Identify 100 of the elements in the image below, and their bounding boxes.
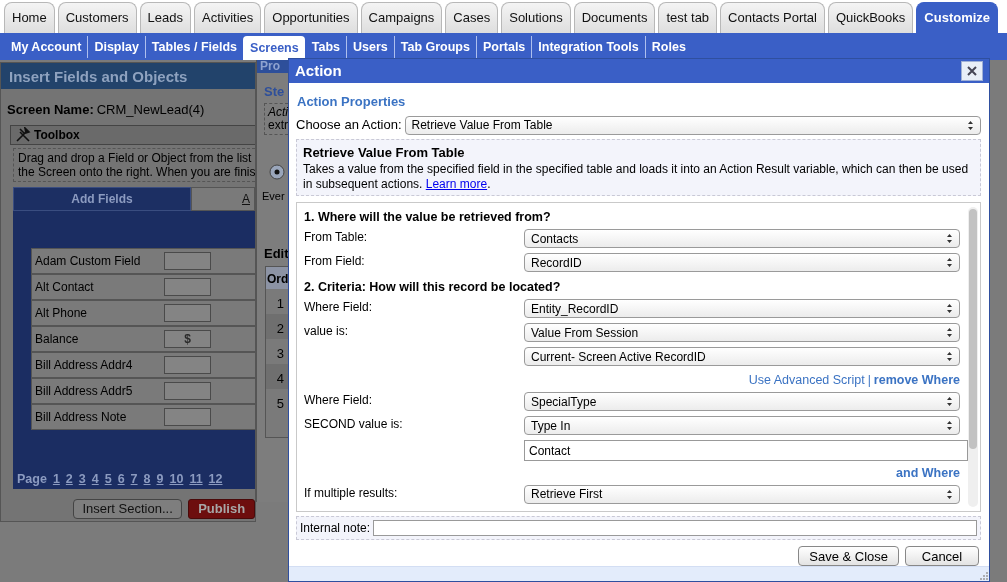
nav-tab[interactable]: Home <box>4 2 55 33</box>
field-input: $ <box>164 330 211 348</box>
note-field[interactable] <box>373 520 977 537</box>
page-link[interactable]: 7 <box>130 469 138 489</box>
updown-arrow-icon <box>967 119 974 131</box>
panel-title: Pro <box>257 60 288 73</box>
field-label: SECOND value is: <box>304 417 403 432</box>
insert-section-button[interactable]: Insert Section... <box>73 499 183 519</box>
select-field[interactable]: SpecialType <box>524 392 960 412</box>
link-separator: | <box>867 372 871 390</box>
instructions-text: Drag and drop a Field or Object from the list <box>18 151 251 165</box>
field-label: value is: <box>304 324 349 339</box>
field-label: Bill Address Addr4 <box>35 357 133 374</box>
close-button[interactable] <box>961 60 983 81</box>
page-link[interactable]: 6 <box>117 469 125 489</box>
nav-tab[interactable]: Activities <box>193 2 262 33</box>
updown-arrow-icon <box>946 233 953 245</box>
tools-icon <box>15 127 31 143</box>
field-row[interactable]: Adam Custom Field <box>31 248 255 274</box>
updown-arrow-icon <box>946 396 953 408</box>
publish-button[interactable]: Publish <box>188 499 255 519</box>
field-row[interactable]: Alt Contact <box>31 274 255 300</box>
nav-tab[interactable]: Solutions <box>501 2 571 33</box>
column-header: Ord <box>266 267 288 289</box>
field-row[interactable]: Bill Address Addr4 <box>31 352 255 378</box>
text-field[interactable]: Contact <box>524 440 968 462</box>
sub-nav-tab[interactable]: Display <box>87 36 145 58</box>
nav-tab[interactable]: Customers <box>57 2 137 33</box>
script-link[interactable]: remove Where <box>873 371 960 391</box>
nav-tab[interactable]: test tab <box>658 2 718 33</box>
select-field[interactable]: Current- Screen Active RecordID <box>524 347 960 367</box>
nav-tab[interactable]: Opportunities <box>264 2 358 33</box>
field-label: Where Field: <box>304 393 373 408</box>
select-field[interactable]: Value From Session <box>524 323 960 343</box>
updown-arrow-icon <box>946 303 953 315</box>
nav-tab[interactable]: Customize <box>916 2 999 33</box>
page-link[interactable]: 11 <box>189 469 203 489</box>
page-link[interactable]: 10 <box>169 469 184 489</box>
nav-tab[interactable]: Contacts Portal <box>720 2 825 33</box>
script-link[interactable]: and Where <box>896 464 960 483</box>
select-field[interactable]: RecordID <box>524 253 960 273</box>
field-row[interactable]: Bill Address Note <box>31 404 255 430</box>
nav-tab[interactable]: Leads <box>139 2 191 33</box>
note-label: Internal note: <box>300 520 371 538</box>
script-link[interactable]: Use Advanced Script <box>748 371 865 391</box>
select-field[interactable]: Type In <box>524 416 960 436</box>
section-heading: 1. Where will the value be retrieved from? <box>304 209 551 227</box>
description-title: Retrieve Value From Table <box>303 143 466 162</box>
sub-nav-tab[interactable]: My Account <box>5 36 88 58</box>
field-row[interactable]: Balance $ <box>31 326 255 352</box>
select-field[interactable]: Entity_RecordID <box>524 299 960 319</box>
page-link[interactable]: 4 <box>91 469 99 489</box>
toolbox-title: Toolbox <box>34 127 80 144</box>
field-input <box>164 382 211 400</box>
field-label: Adam Custom Field <box>35 253 141 270</box>
resize-grip-icon <box>978 570 989 581</box>
field-label: From Field: <box>304 254 365 269</box>
field-label: Bill Address Addr5 <box>35 383 133 400</box>
radio-button[interactable] <box>269 163 285 180</box>
updown-arrow-icon <box>946 257 953 269</box>
select-field[interactable]: Retrieve First <box>524 484 960 504</box>
page-link[interactable]: 12 <box>208 469 223 489</box>
event-label: Ever <box>262 189 285 204</box>
page-link[interactable]: 9 <box>156 469 164 489</box>
sub-nav-tab[interactable]: Tabs <box>304 36 346 58</box>
updown-arrow-icon <box>946 420 953 432</box>
field-row[interactable]: Alt Phone <box>31 300 255 326</box>
panel-tab[interactable]: A <box>191 187 255 211</box>
sub-nav-tab[interactable]: Screens <box>243 36 305 60</box>
nav-tab[interactable]: Documents <box>573 2 656 33</box>
select-field[interactable]: Contacts <box>524 229 960 249</box>
page-link[interactable]: 3 <box>78 469 86 489</box>
save-close-button[interactable]: Save & Close <box>798 546 899 567</box>
choose-action-label: Choose an Action: <box>296 116 402 135</box>
nav-tab[interactable]: QuickBooks <box>827 2 914 33</box>
active-panel-tab[interactable]: Add Fields <box>13 187 191 211</box>
field-input <box>164 278 211 296</box>
nav-tab[interactable]: Campaigns <box>360 2 443 33</box>
field-input <box>164 356 211 374</box>
field-label: If multiple results: <box>304 485 398 500</box>
cancel-button[interactable]: Cancel <box>905 546 979 567</box>
page-link[interactable]: 1 <box>52 469 60 489</box>
field-input <box>164 252 211 270</box>
step-heading: Ste <box>263 83 286 101</box>
field-row[interactable]: Bill Address Addr5 <box>31 378 255 404</box>
page-link[interactable]: 2 <box>65 469 73 489</box>
field-input <box>164 304 211 322</box>
field-label: Bill Address Note <box>35 409 127 426</box>
updown-arrow-icon <box>946 351 953 363</box>
section-heading: 2. Criteria: How will this record be located? <box>304 279 561 297</box>
nav-tab[interactable]: Cases <box>445 2 499 33</box>
field-input <box>164 408 211 426</box>
field-label: Alt Contact <box>35 279 94 296</box>
page-link[interactable]: 5 <box>104 469 112 489</box>
select-field[interactable]: Retrieve Value From Table <box>404 115 981 135</box>
screen-name-label: Screen Name: <box>7 101 94 119</box>
close-icon <box>966 64 978 77</box>
table-cell: 4 <box>266 364 288 389</box>
panel-title: Insert Fields and Objects <box>1 63 255 89</box>
page-link[interactable]: 8 <box>143 469 151 489</box>
